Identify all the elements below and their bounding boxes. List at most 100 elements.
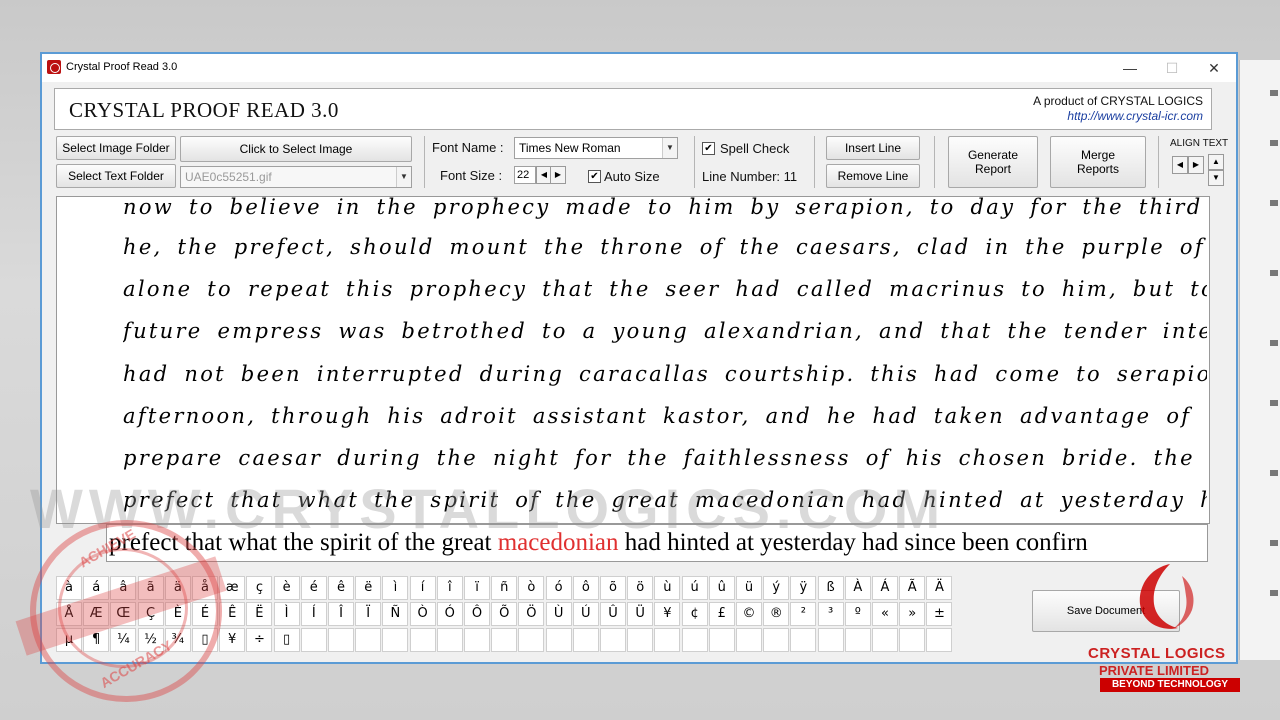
char-key[interactable]: Ó xyxy=(436,602,463,626)
font-size-input[interactable]: 22 xyxy=(514,166,536,184)
char-key[interactable]: ç xyxy=(246,576,273,600)
char-key[interactable]: Ô xyxy=(464,602,490,626)
char-key[interactable] xyxy=(300,628,327,652)
char-key[interactable]: ¥ xyxy=(654,602,681,626)
char-key[interactable]: Ö xyxy=(518,602,545,626)
char-key[interactable] xyxy=(409,628,436,652)
char-key[interactable]: ÷ xyxy=(246,628,273,652)
char-key[interactable] xyxy=(600,628,626,652)
char-key[interactable]: ® xyxy=(763,602,790,626)
char-key[interactable]: ý xyxy=(763,576,790,600)
char-key[interactable] xyxy=(464,628,490,652)
char-key[interactable]: ë xyxy=(355,576,382,600)
char-key[interactable]: ÿ xyxy=(790,576,817,600)
char-key[interactable]: ß xyxy=(817,576,844,600)
char-key[interactable]: ö xyxy=(627,576,654,600)
generate-report-button[interactable]: Generate Report xyxy=(948,136,1038,188)
char-key[interactable] xyxy=(328,628,354,652)
char-key[interactable] xyxy=(790,628,817,652)
char-key[interactable]: Î xyxy=(328,602,354,626)
spell-check-checkbox[interactable]: ✔ xyxy=(702,142,715,155)
char-key[interactable]: î xyxy=(436,576,463,600)
char-key[interactable] xyxy=(708,628,735,652)
char-key[interactable] xyxy=(763,628,790,652)
char-key[interactable]: õ xyxy=(600,576,626,600)
char-key[interactable] xyxy=(926,628,953,652)
char-key[interactable]: Ò xyxy=(409,602,436,626)
char-key[interactable] xyxy=(382,628,409,652)
remove-line-button[interactable]: Remove Line xyxy=(826,164,920,188)
char-key[interactable]: Ù xyxy=(545,602,572,626)
chevron-down-icon[interactable]: ▼ xyxy=(396,167,411,187)
char-key[interactable]: û xyxy=(708,576,735,600)
char-key[interactable]: ³ xyxy=(817,602,844,626)
char-key[interactable]: è xyxy=(273,576,300,600)
char-key[interactable] xyxy=(844,628,871,652)
select-image-button[interactable]: Click to Select Image xyxy=(180,136,412,162)
char-key[interactable] xyxy=(545,628,572,652)
char-key[interactable]: ± xyxy=(926,602,953,626)
char-key[interactable]: Ú xyxy=(572,602,599,626)
char-key[interactable]: ô xyxy=(572,576,599,600)
align-down-icon[interactable]: ▼ xyxy=(1208,170,1224,186)
align-right-icon[interactable]: ▶ xyxy=(1188,156,1204,174)
char-key[interactable]: ñ xyxy=(491,576,518,600)
char-key[interactable]: Ê xyxy=(219,602,246,626)
char-key[interactable]: ó xyxy=(545,576,572,600)
char-key[interactable]: À xyxy=(844,576,871,600)
char-key[interactable]: Ã xyxy=(899,576,926,600)
font-name-select[interactable]: Times New Roman ▼ xyxy=(514,137,678,159)
char-key[interactable]: ¢ xyxy=(681,602,708,626)
char-key[interactable]: ¥ xyxy=(219,628,246,652)
char-key[interactable]: © xyxy=(736,602,762,626)
char-key[interactable]: Û xyxy=(600,602,626,626)
chevron-down-icon[interactable]: ▼ xyxy=(662,138,677,158)
char-key[interactable]: ì xyxy=(382,576,409,600)
align-up-icon[interactable]: ▲ xyxy=(1208,154,1224,170)
char-key[interactable]: ú xyxy=(681,576,708,600)
char-key[interactable]: ê xyxy=(328,576,354,600)
company-link[interactable]: http://www.crystal-icr.com xyxy=(1067,109,1203,123)
char-key[interactable]: ò xyxy=(518,576,545,600)
char-key[interactable] xyxy=(654,628,681,652)
char-key[interactable]: « xyxy=(872,602,898,626)
char-key[interactable]: Õ xyxy=(491,602,518,626)
char-key[interactable]: ù xyxy=(654,576,681,600)
char-key[interactable]: Á xyxy=(872,576,898,600)
char-key[interactable]: Ñ xyxy=(382,602,409,626)
char-key[interactable] xyxy=(436,628,463,652)
auto-size-checkbox[interactable]: ✔ xyxy=(588,170,601,183)
char-key[interactable] xyxy=(518,628,545,652)
char-key[interactable]: £ xyxy=(708,602,735,626)
char-key[interactable] xyxy=(899,628,926,652)
char-key[interactable]: Í xyxy=(300,602,327,626)
select-image-folder-button[interactable]: Select Image Folder xyxy=(56,136,176,160)
char-key[interactable]: º xyxy=(844,602,871,626)
char-key[interactable]: ï xyxy=(464,576,490,600)
char-key[interactable] xyxy=(572,628,599,652)
select-text-folder-button[interactable]: Select Text Folder xyxy=(56,164,176,188)
char-key[interactable]: Ä xyxy=(926,576,953,600)
merge-reports-button[interactable]: Merge Reports xyxy=(1050,136,1146,188)
char-key[interactable] xyxy=(627,628,654,652)
font-size-increase-icon[interactable]: ▶ xyxy=(550,166,566,184)
char-key[interactable]: Ë xyxy=(246,602,273,626)
char-key[interactable]: Ï xyxy=(355,602,382,626)
char-key[interactable]: é xyxy=(300,576,327,600)
close-button[interactable]: ✕ xyxy=(1194,57,1234,79)
char-key[interactable]: » xyxy=(899,602,926,626)
char-key[interactable]: ² xyxy=(790,602,817,626)
char-key[interactable] xyxy=(736,628,762,652)
char-key[interactable]: ü xyxy=(736,576,762,600)
char-key[interactable] xyxy=(681,628,708,652)
align-left-icon[interactable]: ◀ xyxy=(1172,156,1188,174)
char-key[interactable] xyxy=(817,628,844,652)
char-key[interactable]: í xyxy=(409,576,436,600)
minimize-button[interactable]: — xyxy=(1110,57,1150,79)
maximize-button[interactable]: ☐ xyxy=(1152,57,1192,79)
char-key[interactable]: Ì xyxy=(273,602,300,626)
char-key[interactable]: Ü xyxy=(627,602,654,626)
char-key[interactable] xyxy=(491,628,518,652)
insert-line-button[interactable]: Insert Line xyxy=(826,136,920,160)
char-key[interactable] xyxy=(872,628,898,652)
